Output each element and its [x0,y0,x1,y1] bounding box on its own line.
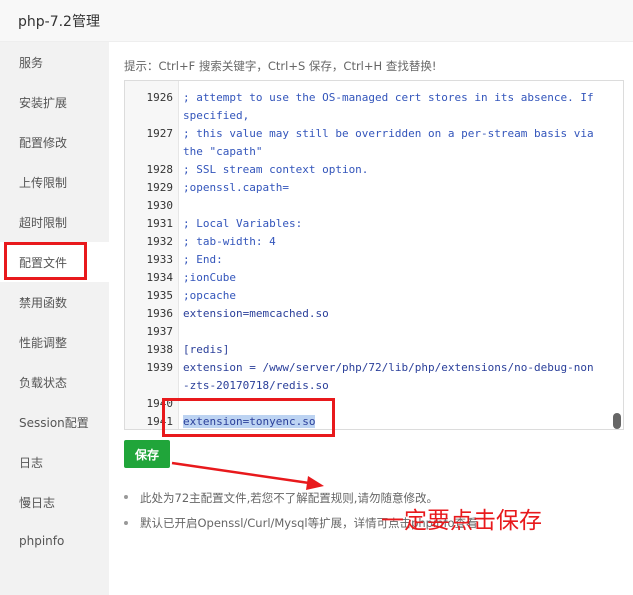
annotation-text: 一定要点击保存 [381,508,542,534]
